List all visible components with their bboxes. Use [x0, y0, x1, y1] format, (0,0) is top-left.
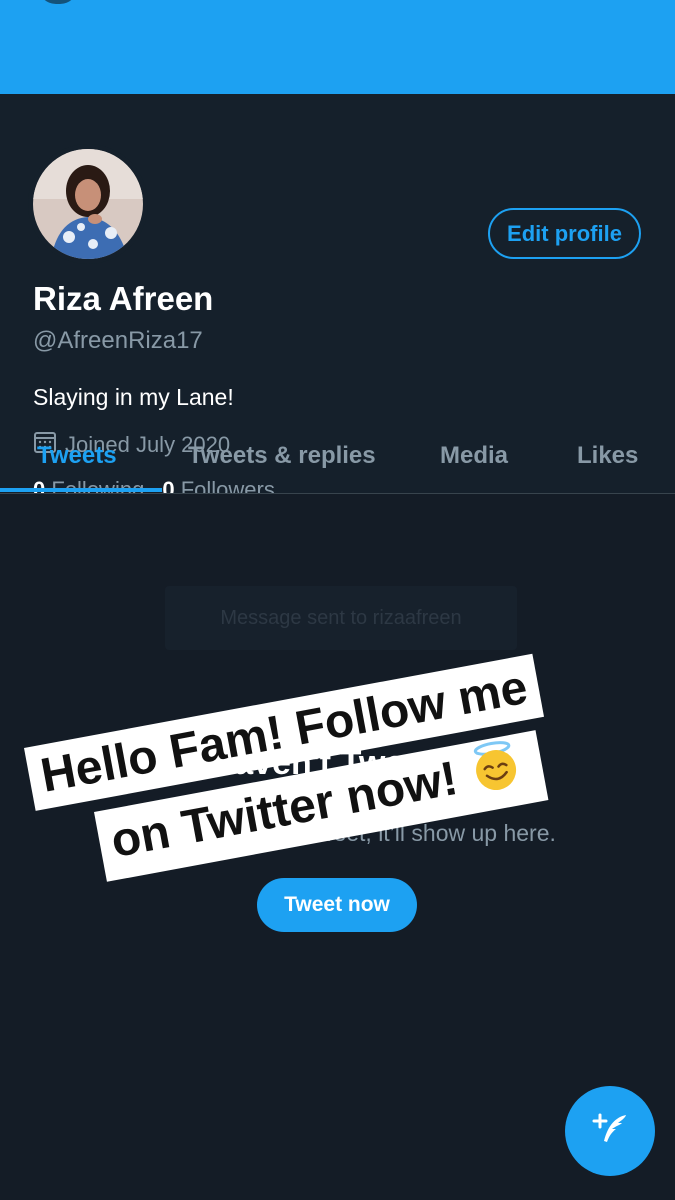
smiling-face-with-halo-icon: [465, 736, 528, 811]
compose-tweet-button[interactable]: [565, 1086, 655, 1176]
profile-name: Riza Afreen: [33, 280, 214, 317]
profile-bio: Slaying in my Lane!: [33, 384, 234, 410]
compose-tweet-icon: [588, 1107, 632, 1156]
tab-tweets-replies[interactable]: Tweets & replies: [188, 442, 376, 470]
profile-banner[interactable]: [0, 0, 675, 94]
tab-tweets[interactable]: Tweets: [37, 442, 117, 470]
tweet-now-button[interactable]: Tweet now: [257, 878, 417, 932]
tab-media[interactable]: Media: [440, 442, 508, 470]
message-sent-toast: Message sent to rizaafreen: [165, 586, 517, 650]
tab-likes[interactable]: Likes: [577, 442, 638, 470]
profile-handle: @AfreenRiza17: [33, 327, 203, 354]
edit-profile-button[interactable]: Edit profile: [488, 208, 641, 259]
back-button[interactable]: [38, 0, 78, 4]
active-tab-indicator: [0, 488, 162, 492]
avatar-photo: [33, 149, 143, 259]
avatar[interactable]: [28, 144, 148, 264]
profile-tabs: Tweets Tweets & replies Media Likes: [0, 430, 675, 494]
